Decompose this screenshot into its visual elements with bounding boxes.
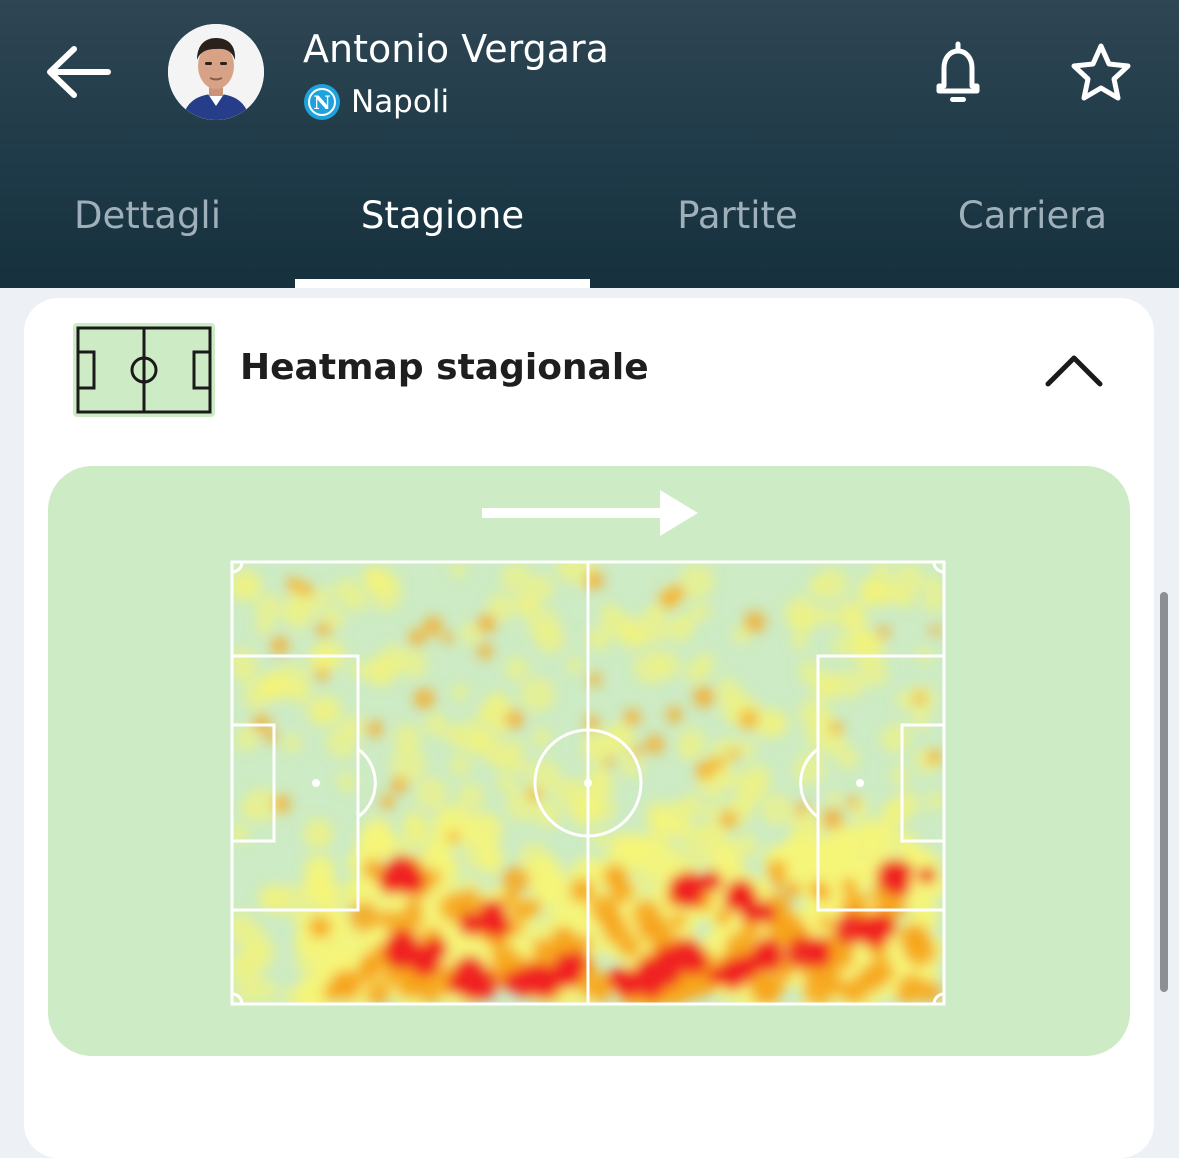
player-avatar [168, 24, 264, 120]
tab-stagione-label: Stagione [360, 194, 525, 237]
team-name: Napoli [351, 84, 450, 120]
heatmap-pitch [228, 558, 948, 1008]
active-tab-indicator [295, 279, 590, 288]
scrollbar[interactable] [1160, 592, 1168, 992]
player-name: Antonio Vergara [303, 27, 609, 71]
attack-direction-arrow-icon [482, 490, 698, 536]
tab-bar: Dettagli Stagione Partite Carriera [0, 180, 1179, 288]
bell-icon[interactable] [928, 40, 988, 106]
star-outline-icon[interactable] [1066, 40, 1136, 106]
heatmap-title: Heatmap stagionale [240, 347, 649, 388]
player-header: Antonio Vergara N Napoli Dettagli Stagio… [0, 0, 1179, 288]
chevron-up-icon[interactable] [1034, 342, 1114, 398]
football-pitch-icon [73, 323, 215, 417]
tab-stagione[interactable]: Stagione [295, 180, 590, 288]
tab-carriera[interactable]: Carriera [885, 180, 1179, 288]
napoli-logo-icon: N [304, 84, 340, 120]
tab-partite[interactable]: Partite [590, 180, 885, 288]
heatmap-panel [48, 466, 1130, 1056]
heatmap-card: Heatmap stagionale [24, 298, 1154, 1158]
team-link[interactable]: N Napoli [303, 82, 449, 122]
back-arrow-icon[interactable] [40, 36, 116, 108]
team-logo-letter: N [313, 92, 330, 114]
tab-dettagli[interactable]: Dettagli [0, 180, 295, 288]
